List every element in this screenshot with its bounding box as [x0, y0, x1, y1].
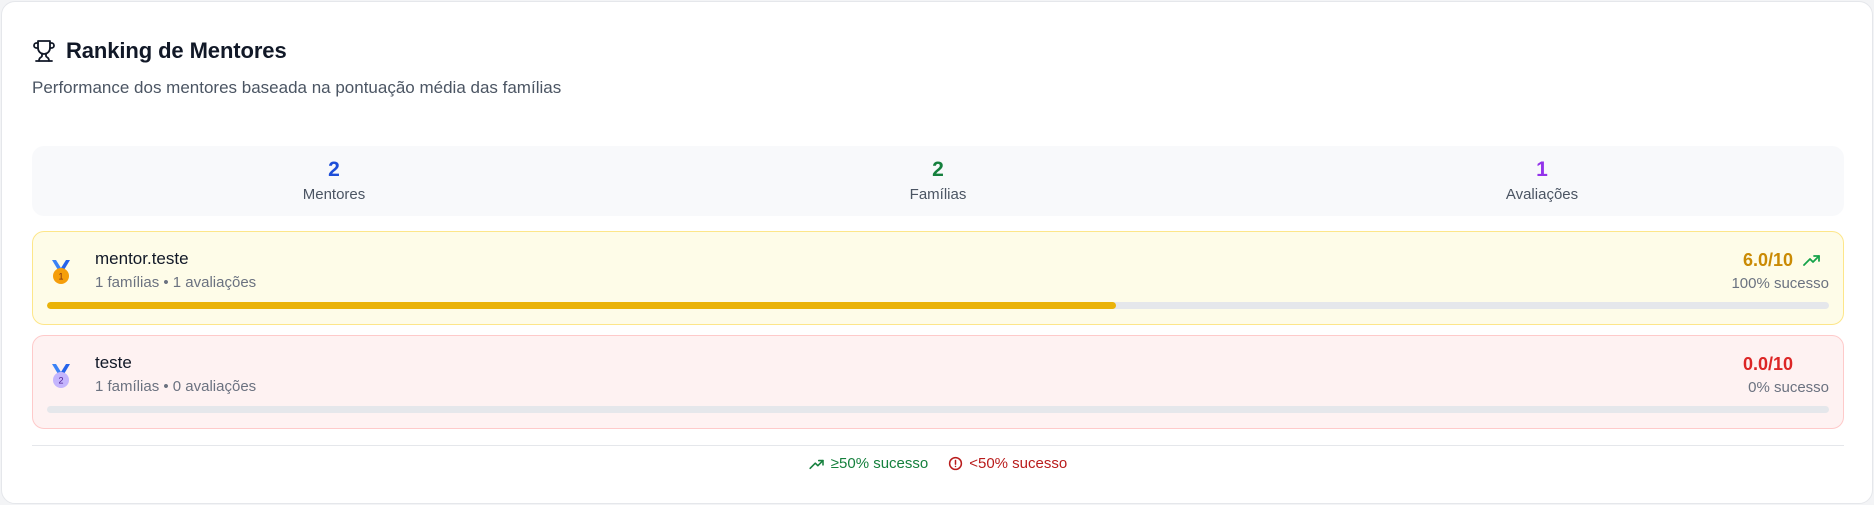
legend-success-label: ≥50% sucesso	[830, 455, 929, 472]
stat-families: 2 Famílias	[636, 146, 1240, 216]
mentor-row[interactable]: 1 mentor.teste 1 famílias • 1 avaliações…	[32, 231, 1844, 325]
trending-up-icon	[1803, 253, 1821, 267]
stat-label: Famílias	[909, 186, 967, 203]
trophy-icon	[32, 39, 56, 63]
stat-label: Mentores	[302, 186, 366, 203]
legend: ≥50% sucesso <50% sucesso	[2, 455, 1874, 472]
alert-circle-icon	[949, 456, 963, 471]
stat-evaluations: 1 Avaliações	[1240, 146, 1844, 216]
summary-stats: 2 Mentores 2 Famílias 1 Avaliações	[32, 146, 1844, 216]
card-header: Ranking de Mentores	[32, 38, 287, 64]
legend-fail: <50% sucesso	[948, 455, 1067, 472]
legend-fail-label: <50% sucesso	[969, 455, 1068, 472]
mentor-score-block: 0.0/10 0% sucesso	[1742, 353, 1829, 397]
divider	[32, 445, 1844, 446]
medal-icon: 2	[49, 362, 73, 392]
stat-value: 1	[1536, 158, 1548, 181]
stat-label: Avaliações	[1505, 186, 1579, 203]
progress-fill	[47, 302, 1117, 309]
trending-up-icon	[809, 459, 824, 469]
stat-mentors: 2 Mentores	[32, 146, 636, 216]
stat-value: 2	[328, 158, 340, 181]
mentor-score: 6.0/10	[1742, 249, 1793, 270]
mentor-ranking-card: Ranking de Mentores Performance dos ment…	[1, 1, 1873, 504]
page-subtitle: Performance dos mentores baseada na pont…	[32, 78, 562, 97]
mentor-success-rate: 0% sucesso	[1748, 379, 1829, 396]
medal-rank: 1	[58, 272, 63, 282]
mentor-row[interactable]: 2 teste 1 famílias • 0 avaliações 0.0/10…	[32, 335, 1844, 429]
page-title: Ranking de Mentores	[66, 38, 287, 63]
legend-success: ≥50% sucesso	[809, 455, 928, 472]
medal-icon: 1	[49, 258, 73, 288]
medal-rank: 2	[58, 376, 63, 386]
stat-value: 2	[932, 158, 944, 181]
mentor-success-rate: 100% sucesso	[1731, 275, 1829, 292]
progress-track	[47, 302, 1829, 309]
mentor-score-block: 6.0/10 100% sucesso	[1731, 249, 1829, 293]
mentor-name: teste	[95, 353, 132, 372]
mentor-score: 0.0/10	[1742, 353, 1793, 374]
mentor-name: mentor.teste	[95, 249, 189, 268]
progress-track	[47, 406, 1829, 413]
mentor-meta: 1 famílias • 0 avaliações	[95, 378, 257, 395]
mentor-meta: 1 famílias • 1 avaliações	[95, 274, 257, 291]
